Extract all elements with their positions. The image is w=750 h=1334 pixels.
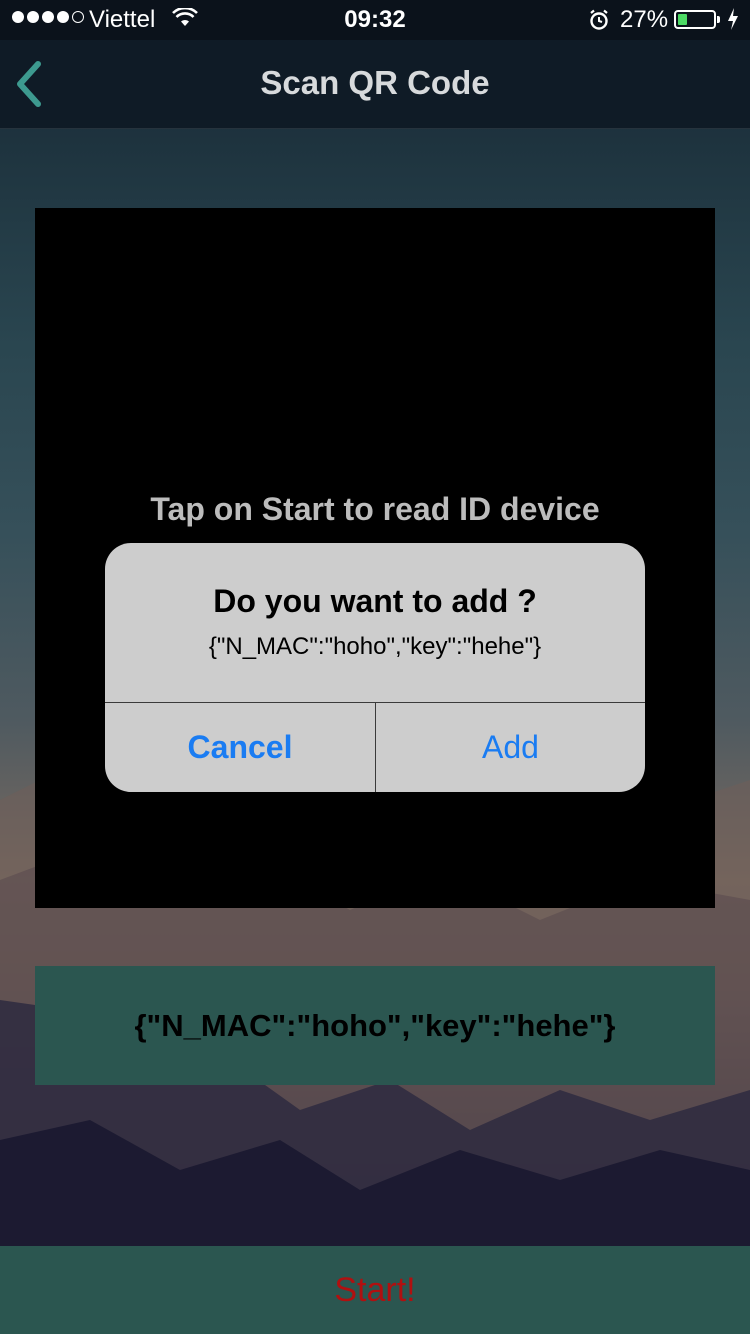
alert-message: {"N_MAC":"hoho","key":"hehe"} — [208, 633, 542, 660]
charging-bolt-icon — [728, 8, 738, 30]
scan-qr-screen: Viettel 09:32 27% Scan QR Code Tap on St… — [0, 0, 750, 1334]
battery-level-fill — [678, 14, 687, 25]
navigation-bar: Scan QR Code — [0, 40, 750, 129]
add-button[interactable]: Add — [376, 703, 645, 792]
battery-icon — [674, 10, 716, 29]
alarm-icon — [590, 9, 608, 30]
add-device-alert: Do you want to add ? {"N_MAC":"hoho","ke… — [105, 543, 645, 792]
battery-tip — [717, 16, 720, 23]
battery-percentage: 27% — [620, 6, 669, 33]
cancel-button[interactable]: Cancel — [105, 703, 375, 792]
scan-result-text: {"N_MAC":"hoho","key":"hehe"} — [134, 1007, 616, 1043]
status-bar: Viettel 09:32 27% — [0, 0, 750, 40]
alert-title: Do you want to add ? — [213, 583, 537, 619]
scanner-hint: Tap on Start to read ID device — [150, 491, 600, 527]
scan-result-box: {"N_MAC":"hoho","key":"hehe"} — [35, 966, 715, 1085]
start-button[interactable]: Start! — [0, 1246, 750, 1334]
page-title: Scan QR Code — [260, 64, 490, 101]
